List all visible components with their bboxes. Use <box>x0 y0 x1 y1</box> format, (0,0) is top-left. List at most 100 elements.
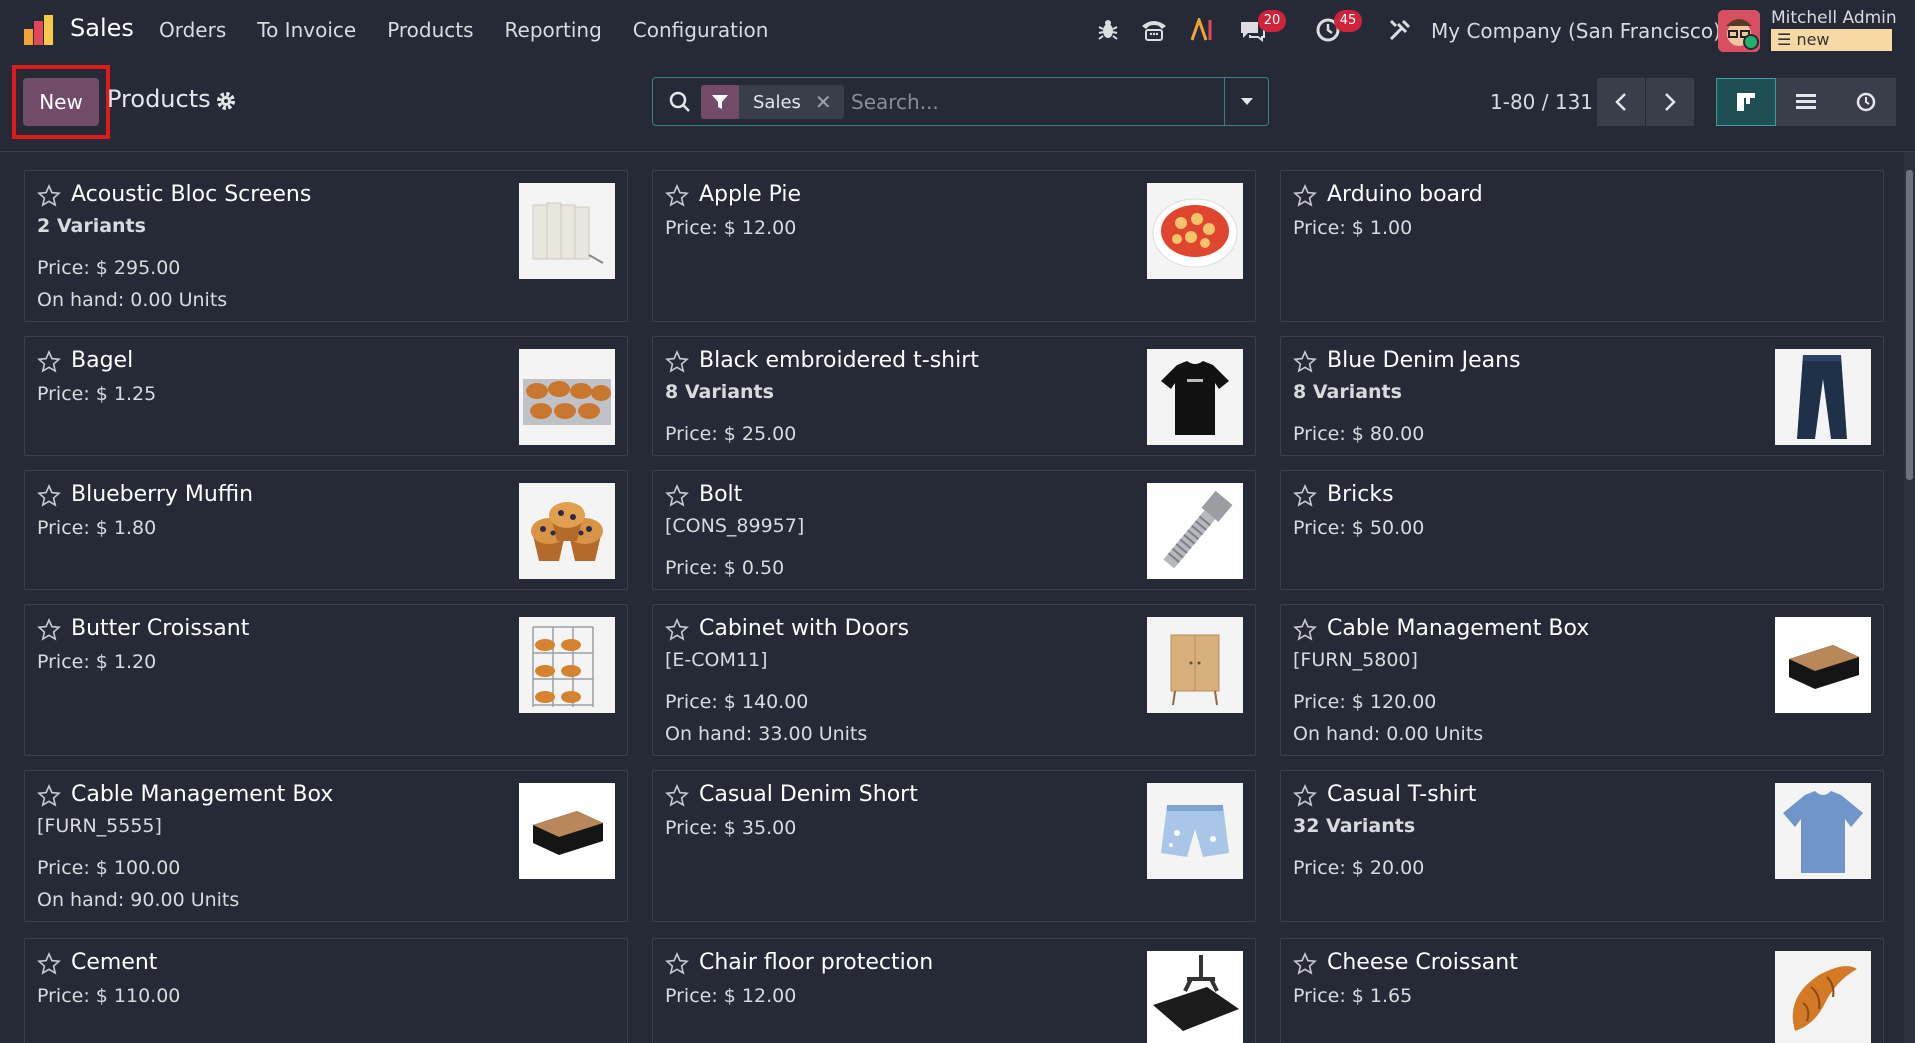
product-name: Acoustic Bloc Screens <box>71 182 312 207</box>
product-card[interactable]: Cable Management Box [FURN_5800] Price: $ … <box>1280 604 1884 756</box>
favorite-star-icon[interactable] <box>37 952 61 976</box>
search-icon[interactable] <box>667 89 693 115</box>
product-name: Cable Management Box <box>71 782 334 807</box>
product-card[interactable]: Chair floor protection Price: $ 12.00 <box>652 938 1256 1043</box>
product-card[interactable]: Cheese Croissant Price: $ 1.65 <box>1280 938 1884 1043</box>
pager-previous-button[interactable] <box>1597 78 1645 126</box>
product-name: Casual T-shirt <box>1327 782 1477 807</box>
discuss-badge: 20 <box>1258 10 1286 32</box>
product-card[interactable]: Bolt [CONS_89957] Price: $ 0.50 <box>652 470 1256 590</box>
kanban-view-button[interactable] <box>1716 78 1776 126</box>
favorite-star-icon[interactable] <box>37 784 61 808</box>
discuss-chat-icon[interactable]: 20 <box>1236 10 1286 46</box>
sales-app-icon[interactable] <box>22 13 56 47</box>
favorite-star-icon[interactable] <box>37 618 61 642</box>
menu-to-invoice[interactable]: To Invoice <box>257 18 356 42</box>
menu-products[interactable]: Products <box>387 18 473 42</box>
database-badge: ☰ new <box>1771 29 1892 51</box>
list-view-button[interactable] <box>1776 78 1836 126</box>
favorite-star-icon[interactable] <box>665 784 689 808</box>
product-card[interactable]: Apple Pie Price: $ 12.00 <box>652 170 1256 322</box>
favorite-star-icon[interactable] <box>37 350 61 374</box>
product-card[interactable]: Cement Price: $ 110.00 <box>24 938 628 1043</box>
product-card[interactable]: Blue Denim Jeans 8 Variants Price: $ 80.00 <box>1280 336 1884 456</box>
scrollbar[interactable] <box>1904 152 1915 1043</box>
search-input[interactable] <box>851 87 1211 117</box>
pager-value[interactable]: 1-80 / 131 <box>1490 90 1593 114</box>
filter-icon <box>701 85 739 119</box>
favorite-star-icon[interactable] <box>1293 952 1317 976</box>
product-card[interactable]: Arduino board Price: $ 1.00 <box>1280 170 1884 322</box>
product-name: Butter Croissant <box>71 616 250 641</box>
ai-icon[interactable] <box>1187 14 1219 46</box>
product-price: Price: $ 35.00 <box>665 817 797 839</box>
favorite-star-icon[interactable] <box>1293 484 1317 508</box>
product-image <box>1775 617 1871 713</box>
debug-bug-icon[interactable] <box>1092 14 1124 46</box>
clock-icon <box>1856 92 1876 112</box>
product-card[interactable]: Bagel Price: $ 1.25 <box>24 336 628 456</box>
product-name: Blue Denim Jeans <box>1327 348 1521 373</box>
menu-orders[interactable]: Orders <box>159 18 226 42</box>
product-name: Black embroidered t-shirt <box>699 348 979 373</box>
product-price: Price: $ 140.00 <box>665 691 809 713</box>
page-title[interactable]: Products <box>107 85 211 113</box>
product-price: Price: $ 25.00 <box>665 423 797 445</box>
facet-remove-icon[interactable]: ✕ <box>815 90 844 114</box>
product-card[interactable]: Butter Croissant Price: $ 1.20 <box>24 604 628 756</box>
product-card[interactable]: Casual Denim Short Price: $ 35.00 <box>652 770 1256 922</box>
activity-view-button[interactable] <box>1836 78 1896 126</box>
product-image <box>1147 349 1243 445</box>
user-name[interactable]: Mitchell Admin <box>1771 8 1897 28</box>
product-variants: 32 Variants <box>1293 815 1416 837</box>
product-price: Price: $ 295.00 <box>37 257 181 279</box>
product-card[interactable]: Bricks Price: $ 50.00 <box>1280 470 1884 590</box>
activity-clock-icon[interactable]: 45 <box>1312 10 1362 46</box>
product-price: Price: $ 80.00 <box>1293 423 1425 445</box>
favorite-star-icon[interactable] <box>1293 784 1317 808</box>
favorite-star-icon[interactable] <box>665 618 689 642</box>
product-card[interactable]: Casual T-shirt 32 Variants Price: $ 20.00 <box>1280 770 1884 922</box>
favorite-star-icon[interactable] <box>665 184 689 208</box>
favorite-star-icon[interactable] <box>665 484 689 508</box>
product-reference: [FURN_5555] <box>37 815 162 837</box>
favorite-star-icon[interactable] <box>1293 184 1317 208</box>
online-status-dot <box>1743 34 1759 50</box>
product-price: Price: $ 100.00 <box>37 857 181 879</box>
favorite-star-icon[interactable] <box>37 184 61 208</box>
product-card[interactable]: Acoustic Bloc Screens 2 Variants Price: $ … <box>24 170 628 322</box>
product-variants: 8 Variants <box>665 381 774 403</box>
product-name: Chair floor protection <box>699 950 934 975</box>
facet-label: Sales <box>753 91 801 113</box>
menu-reporting[interactable]: Reporting <box>505 18 602 42</box>
product-image <box>519 483 615 579</box>
scrollbar-thumb[interactable] <box>1906 170 1913 480</box>
product-image <box>1775 349 1871 445</box>
product-kanban: Acoustic Bloc Screens 2 Variants Price: $ … <box>0 152 1904 1043</box>
database-name: new <box>1796 30 1830 49</box>
app-name[interactable]: Sales <box>70 14 134 42</box>
product-card[interactable]: Cabinet with Doors [E-COM11] Price: $ 140.… <box>652 604 1256 756</box>
tools-icon[interactable] <box>1384 14 1416 46</box>
product-on-hand: On hand: 33.00 Units <box>665 723 868 745</box>
favorite-star-icon[interactable] <box>665 350 689 374</box>
product-card[interactable]: Blueberry Muffin Price: $ 1.80 <box>24 470 628 590</box>
phone-icon[interactable] <box>1138 14 1170 46</box>
product-image <box>1775 951 1871 1043</box>
favorite-star-icon[interactable] <box>1293 618 1317 642</box>
activity-badge: 45 <box>1334 10 1362 32</box>
product-image <box>1147 783 1243 879</box>
pager-next-button[interactable] <box>1646 78 1694 126</box>
search-options-toggle[interactable] <box>1224 78 1268 125</box>
company-switcher[interactable]: My Company (San Francisco) <box>1431 19 1721 43</box>
new-button[interactable]: New <box>23 78 99 126</box>
product-card[interactable]: Cable Management Box [FURN_5555] Price: $ … <box>24 770 628 922</box>
product-name: Arduino board <box>1327 182 1483 207</box>
favorite-star-icon[interactable] <box>665 952 689 976</box>
gear-icon[interactable] <box>214 89 238 113</box>
menu-configuration[interactable]: Configuration <box>633 18 769 42</box>
favorite-star-icon[interactable] <box>37 484 61 508</box>
product-card[interactable]: Black embroidered t-shirt 8 Variants Price… <box>652 336 1256 456</box>
product-price: Price: $ 1.25 <box>37 383 157 405</box>
favorite-star-icon[interactable] <box>1293 350 1317 374</box>
